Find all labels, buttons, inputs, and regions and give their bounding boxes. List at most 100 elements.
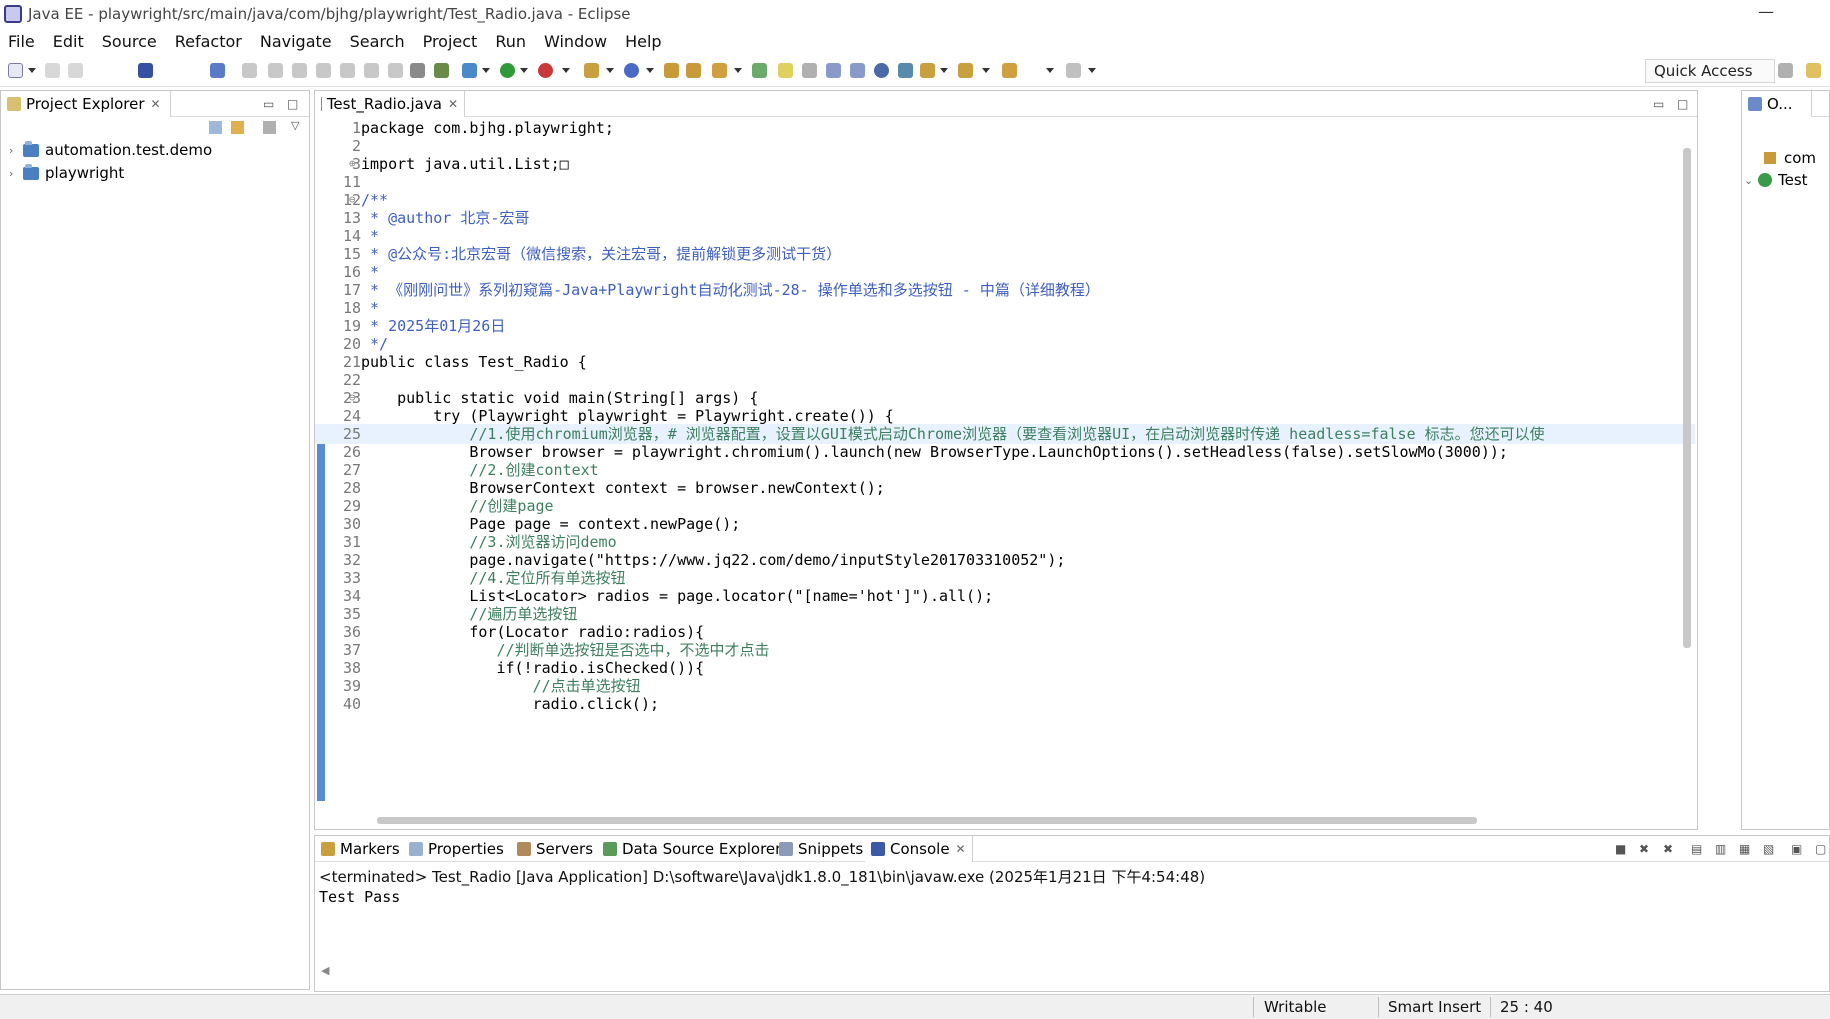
quick-access-input[interactable] (1645, 59, 1775, 83)
menu-file[interactable]: File (8, 32, 35, 51)
back-dropdown-icon[interactable] (1046, 68, 1054, 73)
resume-icon[interactable] (242, 63, 257, 78)
open-console-icon[interactable]: ▢ (1815, 842, 1826, 856)
debug-icon[interactable] (462, 63, 477, 78)
scroll-lock-icon[interactable]: ▥ (1715, 842, 1726, 856)
code-line[interactable]: 19 * 2025年01月26日 (315, 316, 1695, 336)
code-line[interactable]: 20 */ (315, 334, 1695, 354)
save-icon[interactable] (45, 63, 60, 78)
tab-servers[interactable]: Servers (511, 836, 599, 862)
code-line[interactable]: 33 //4.定位所有单选按钮 (315, 568, 1695, 588)
menu-project[interactable]: Project (423, 32, 478, 51)
menu-refactor[interactable]: Refactor (175, 32, 242, 51)
run-external-tool-icon[interactable] (538, 63, 553, 78)
code-line[interactable]: 22 (315, 370, 1695, 390)
link-with-editor-icon[interactable] (231, 121, 244, 134)
code-line[interactable]: 24 try (Playwright playwright = Playwrig… (315, 406, 1695, 426)
toggle-mark-icon[interactable] (752, 63, 767, 78)
tab-markers[interactable]: Markers (315, 836, 406, 862)
search-dropdown-icon[interactable] (734, 68, 742, 73)
code-line[interactable]: 15 * @公众号:北京宏哥（微信搜索，关注宏哥，提前解锁更多测试干货） (315, 244, 1695, 264)
code-line[interactable]: 21 public class Test_Radio { (315, 352, 1695, 372)
previous-annotation-dropdown-icon[interactable] (982, 68, 990, 73)
code-line[interactable]: 11 (315, 172, 1695, 192)
java-icon[interactable] (898, 63, 913, 78)
show-whitespace-icon[interactable] (826, 63, 841, 78)
open-console-icon[interactable] (138, 63, 153, 78)
code-area[interactable]: 1 package com.bjhg.playwright; 2 3 ⊕ import… (315, 118, 1699, 801)
debug-dropdown-icon[interactable] (482, 68, 490, 73)
display-selected-console-icon[interactable]: ▣ (1791, 842, 1802, 856)
open-task-icon[interactable] (686, 63, 701, 78)
code-line[interactable]: 35 //遍历单选按钮 (315, 604, 1695, 624)
menu-edit[interactable]: Edit (53, 32, 84, 51)
word-wrap-icon[interactable] (850, 63, 865, 78)
step-over-icon[interactable] (364, 63, 379, 78)
expand-arrow-icon[interactable]: › (9, 144, 23, 157)
scroll-left-icon[interactable]: ◀ (321, 964, 329, 977)
fold-collapse-icon[interactable]: ⊖ (349, 388, 356, 408)
remove-all-icon[interactable]: ✖ (1663, 842, 1673, 856)
code-line[interactable]: 23 ⊖ public static void main(String[] arg… (315, 388, 1695, 408)
horizontal-scrollbar[interactable] (377, 817, 1477, 824)
menu-source[interactable]: Source (102, 32, 157, 51)
fold-expand-icon[interactable]: ⊕ (349, 154, 356, 174)
code-line-current[interactable]: 25 //1.使用chromium浏览器，# 浏览器配置，设置以GUI模式启动C… (315, 424, 1695, 444)
disconnect-icon[interactable] (316, 63, 331, 78)
view-menu-icon[interactable]: ▽ (291, 119, 299, 132)
tab-outline[interactable]: O... (1742, 91, 1812, 117)
maximize-icon[interactable]: □ (287, 97, 298, 111)
minimize-icon[interactable]: ▭ (1653, 97, 1664, 111)
forward-icon[interactable] (1066, 63, 1081, 78)
tree-item-project[interactable]: › automation.test.demo (9, 139, 212, 161)
code-line[interactable]: 27 //2.创建context (315, 460, 1695, 480)
code-line[interactable]: 40 radio.click(); (315, 694, 1695, 714)
code-line[interactable]: 29 //创建page (315, 496, 1695, 516)
console-output[interactable]: Test Pass (319, 888, 400, 906)
new-dropdown-icon[interactable] (28, 68, 36, 73)
new-icon[interactable] (8, 63, 23, 78)
skip-breakpoints-icon[interactable] (210, 63, 225, 78)
forward-dropdown-icon[interactable] (1088, 68, 1096, 73)
outline-item-class[interactable]: ⌄ Test (1744, 169, 1808, 191)
open-type-icon[interactable] (664, 63, 679, 78)
java-ee-perspective-icon[interactable] (1806, 63, 1821, 78)
code-line[interactable]: 32 page.navigate("https://www.jq22.com/d… (315, 550, 1695, 570)
close-icon[interactable]: ✕ (956, 842, 966, 856)
code-line[interactable]: 31 //3.浏览器访问demo (315, 532, 1695, 552)
close-icon[interactable]: ✕ (448, 97, 458, 111)
tab-test-radio-java[interactable]: Test_Radio.java ✕ (315, 91, 465, 117)
minimize-icon[interactable]: ▭ (263, 97, 274, 111)
close-icon[interactable]: ✕ (151, 97, 161, 111)
outline-item-package[interactable]: com (1764, 147, 1816, 169)
new-server-icon[interactable] (584, 63, 599, 78)
code-line[interactable]: 39 //点击单选按钮 (315, 676, 1695, 696)
new-server-dropdown-icon[interactable] (606, 68, 614, 73)
clear-console-icon[interactable]: ▤ (1691, 842, 1702, 856)
minimize-icon[interactable]: — (1758, 2, 1774, 21)
next-annotation-dropdown-icon[interactable] (940, 68, 948, 73)
terminate-icon[interactable]: ■ (1615, 842, 1626, 856)
code-line[interactable]: 34 List<Locator> radios = page.locator("… (315, 586, 1695, 606)
terminate-icon[interactable] (292, 63, 307, 78)
save-all-icon[interactable] (68, 63, 83, 78)
code-line[interactable]: 18 * (315, 298, 1695, 318)
expand-arrow-icon[interactable]: › (9, 167, 23, 180)
vertical-scrollbar[interactable] (1683, 148, 1691, 648)
open-perspective-icon[interactable] (1778, 63, 1793, 78)
block-selection-icon[interactable] (802, 63, 817, 78)
collapse-all-icon[interactable] (209, 121, 222, 134)
code-line[interactable]: 14 * (315, 226, 1695, 246)
code-line[interactable]: 36 for(Locator radio:radios){ (315, 622, 1695, 642)
menu-window[interactable]: Window (544, 32, 607, 51)
back-icon[interactable] (1002, 63, 1017, 78)
code-line[interactable]: 1 package com.bjhg.playwright; (315, 118, 1695, 138)
code-line[interactable]: 38 if(!radio.isChecked()){ (315, 658, 1695, 678)
tab-properties[interactable]: Properties (403, 836, 510, 862)
step-return-icon[interactable] (388, 63, 403, 78)
code-line[interactable]: 2 (315, 136, 1695, 156)
code-line[interactable]: 28 BrowserContext context = browser.newC… (315, 478, 1695, 498)
tab-data-source-explorer[interactable]: Data Source Explorer (597, 836, 787, 862)
pin-console-icon[interactable]: ▧ (1763, 842, 1774, 856)
tab-project-explorer[interactable]: Project Explorer ✕ (1, 91, 171, 117)
